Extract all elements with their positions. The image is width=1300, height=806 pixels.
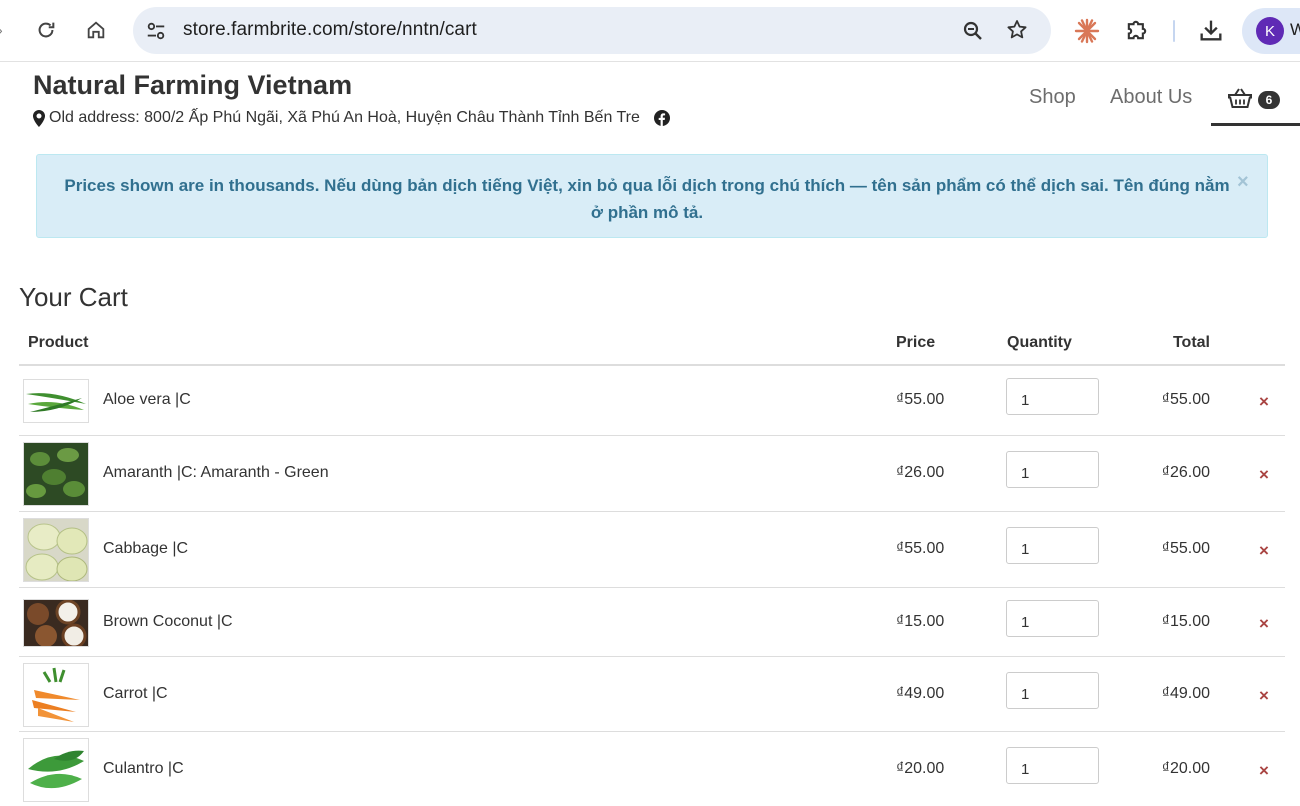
product-name[interactable]: Aloe vera |C	[103, 391, 191, 409]
quantity-input[interactable]	[1006, 378, 1099, 415]
line-total: ₫26.00	[1161, 464, 1210, 481]
alert-close-button[interactable]: ×	[1237, 171, 1249, 194]
quantity-input[interactable]	[1006, 451, 1099, 488]
remove-item-button[interactable]: ×	[1259, 614, 1269, 634]
header-quantity: Quantity	[1007, 334, 1072, 351]
header-product: Product	[28, 334, 89, 351]
cart-title: Your Cart	[19, 282, 128, 312]
cart-rows: Aloe vera |C₫55.00₫55.00×Amaranth |C: Am…	[19, 366, 1285, 806]
profile-avatar: K	[1256, 17, 1284, 45]
cart-row: Aloe vera |C ₫55.00 ₫55.00 ×	[19, 366, 1285, 435]
product-thumbnail[interactable]	[23, 663, 89, 727]
line-total: ₫15.00	[1161, 613, 1210, 630]
quantity-input[interactable]	[1006, 527, 1099, 564]
quantity-input[interactable]	[1006, 672, 1099, 709]
remove-item-button[interactable]: ×	[1259, 686, 1269, 706]
product-price: ₫15.00	[896, 613, 945, 630]
facebook-icon[interactable]	[653, 110, 670, 126]
product-thumbnail[interactable]	[23, 738, 89, 802]
product-thumbnail[interactable]	[23, 518, 89, 582]
product-thumbnail[interactable]	[23, 379, 89, 423]
url-path: /store/nntn/cart	[348, 19, 477, 40]
toolbar-separator	[1173, 20, 1175, 42]
cart-row: Carrot |C ₫49.00 ₫49.00 ×	[19, 656, 1285, 731]
cart-row: Culantro |C ₫20.00 ₫20.00 ×	[19, 731, 1285, 806]
site-title[interactable]: Natural Farming Vietnam	[33, 70, 352, 101]
cart-row: Amaranth |C: Amaranth - Green ₫26.00 ₫26.0…	[19, 435, 1285, 511]
remove-item-button[interactable]: ×	[1259, 541, 1269, 561]
cart-row: Cabbage |C ₫55.00 ₫55.00 ×	[19, 511, 1285, 587]
zoom-icon[interactable]	[961, 19, 985, 43]
product-thumbnail[interactable]	[23, 442, 89, 506]
bookmark-star-icon[interactable]	[1005, 18, 1029, 42]
header-price: Price	[896, 334, 936, 351]
header-total: Total	[1172, 334, 1210, 351]
product-price: ₫20.00	[896, 760, 945, 777]
cart-table: Product Price Quantity Total Aloe vera |…	[19, 330, 1285, 806]
product-name[interactable]: Cabbage |C	[103, 540, 188, 558]
browser-toolbar: › store.farmbrite.com/store/nntn/cart K …	[0, 0, 1300, 62]
cart-row: Brown Coconut |C ₫15.00 ₫15.00 ×	[19, 587, 1285, 656]
nav-about-link[interactable]: About Us	[1110, 86, 1192, 109]
home-icon[interactable]	[80, 14, 112, 46]
line-total: ₫55.00	[1161, 540, 1210, 557]
remove-item-button[interactable]: ×	[1259, 465, 1269, 485]
nav-shop-link[interactable]: Shop	[1029, 86, 1076, 109]
product-price: ₫49.00	[896, 685, 945, 702]
product-price: ₫55.00	[896, 540, 945, 557]
cart-table-header: Product Price Quantity Total	[19, 330, 1285, 366]
site-info-icon[interactable]	[145, 20, 167, 42]
url-host: store.farmbrite.com	[183, 19, 349, 40]
download-icon[interactable]	[1197, 16, 1225, 44]
line-total: ₫49.00	[1161, 685, 1210, 702]
site-address: Old address: 800/2 Ấp Phú Ngãi, Xã Phú A…	[33, 109, 670, 127]
map-pin-icon	[33, 109, 45, 127]
product-name[interactable]: Carrot |C	[103, 685, 168, 703]
remove-item-button[interactable]: ×	[1259, 392, 1269, 412]
alert-message: Prices shown are in thousands. Nếu dùng …	[64, 176, 1230, 222]
info-alert: Prices shown are in thousands. Nếu dùng …	[36, 154, 1268, 238]
product-name[interactable]: Amaranth |C: Amaranth - Green	[103, 464, 329, 482]
cart-count-badge: 6	[1258, 91, 1280, 109]
quantity-input[interactable]	[1006, 747, 1099, 784]
line-total: ₫20.00	[1161, 760, 1210, 777]
profile-button[interactable]: K W	[1242, 8, 1300, 54]
basket-icon	[1228, 88, 1252, 108]
product-name[interactable]: Brown Coconut |C	[103, 613, 233, 631]
extensions-puzzle-icon[interactable]	[1123, 16, 1151, 44]
address-text: Old address: 800/2 Ấp Phú Ngãi, Xã Phú A…	[49, 109, 640, 126]
back-arrow-icon[interactable]: ›	[0, 22, 8, 40]
claude-extension-icon[interactable]	[1073, 17, 1101, 45]
product-price: ₫55.00	[896, 391, 945, 408]
product-thumbnail[interactable]	[23, 599, 89, 647]
line-total: ₫55.00	[1161, 391, 1210, 408]
remove-item-button[interactable]: ×	[1259, 761, 1269, 781]
product-price: ₫26.00	[896, 464, 945, 481]
quantity-input[interactable]	[1006, 600, 1099, 637]
url-text[interactable]: store.farmbrite.com/store/nntn/cart	[183, 19, 477, 41]
profile-name: W	[1290, 20, 1300, 39]
nav-cart-link[interactable]: 6	[1211, 64, 1300, 126]
product-name[interactable]: Culantro |C	[103, 760, 184, 778]
address-bar[interactable]: store.farmbrite.com/store/nntn/cart	[133, 7, 1051, 54]
reload-icon[interactable]	[30, 14, 62, 46]
